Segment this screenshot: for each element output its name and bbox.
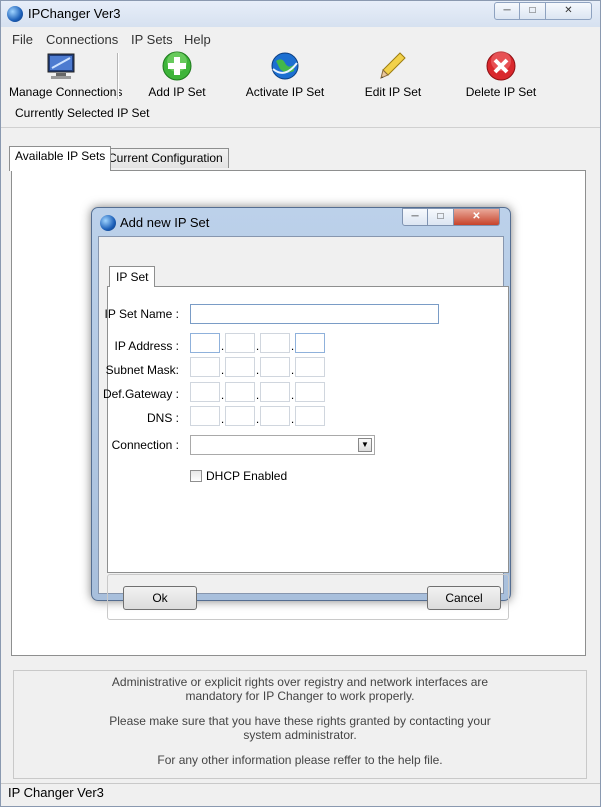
cancel-button[interactable]: Cancel	[427, 586, 501, 610]
info-line-1: Administrative or explicit rights over r…	[111, 675, 489, 689]
dialog-maximize-button[interactable]: □	[428, 208, 454, 226]
main-window: IPChanger Ver3 ─ □ ✕ File Connections IP…	[0, 0, 601, 807]
dialog-title: Add new IP Set	[120, 215, 210, 230]
toolbar-separator	[117, 53, 119, 99]
tab-ip-set[interactable]: IP Set	[109, 266, 156, 287]
connection-label: Connection :	[111, 438, 179, 452]
ip-octet-3[interactable]	[260, 333, 290, 353]
manage-connections-label: Manage Connections	[9, 85, 123, 99]
dns-label: DNS :	[146, 411, 179, 425]
menu-connections[interactable]: Connections	[46, 32, 118, 47]
dialog-body: IP Set IP Set Name : IP Address : Subnet…	[98, 236, 509, 620]
subnet-octet-2[interactable]	[225, 357, 255, 377]
dns-octet-4[interactable]	[295, 406, 325, 426]
info-line-3: Please make sure that you have these rig…	[109, 714, 491, 728]
minimize-button[interactable]: ─	[494, 2, 520, 20]
gateway-octet-4[interactable]	[295, 382, 325, 402]
ip-octet-1[interactable]	[190, 333, 220, 353]
connection-dropdown[interactable]: ▼	[190, 435, 375, 455]
dialog-globe-icon	[100, 215, 116, 231]
pencil-icon	[378, 51, 408, 81]
dhcp-checkbox[interactable]	[190, 470, 202, 482]
toolbar-divider	[1, 127, 600, 128]
gateway-octet-1[interactable]	[190, 382, 220, 402]
currently-selected-label: Currently Selected IP Set	[15, 106, 150, 120]
manage-connections-button[interactable]: Manage Connections	[9, 51, 123, 99]
edit-ip-set-button[interactable]: Edit IP Set	[363, 51, 423, 99]
ip-set-panel	[107, 286, 509, 573]
ip-set-name-label: IP Set Name :	[104, 307, 179, 321]
add-icon	[162, 51, 192, 81]
dns-octet-3[interactable]	[260, 406, 290, 426]
edit-ip-set-label: Edit IP Set	[364, 85, 422, 99]
dns-octet-1[interactable]	[190, 406, 220, 426]
subnet-octet-1[interactable]	[190, 357, 220, 377]
chevron-down-icon[interactable]: ▼	[358, 438, 372, 452]
dialog-close-button[interactable]: ✕	[454, 208, 500, 226]
subnet-octet-4[interactable]	[295, 357, 325, 377]
gateway-octet-2[interactable]	[225, 382, 255, 402]
app-globe-icon	[7, 6, 23, 22]
subnet-mask-label: Subnet Mask:	[105, 363, 179, 377]
add-ip-set-label: Add IP Set	[148, 85, 206, 99]
menu-ip-sets[interactable]: IP Sets	[131, 32, 173, 47]
delete-ip-set-button[interactable]: Delete IP Set	[465, 51, 537, 99]
info-line-4: system administrator.	[243, 728, 357, 742]
ip-octet-4[interactable]	[295, 333, 325, 353]
add-ip-set-button[interactable]: Add IP Set	[147, 51, 207, 99]
subnet-octet-3[interactable]	[260, 357, 290, 377]
window-title: IPChanger Ver3	[28, 6, 121, 21]
delete-ip-set-label: Delete IP Set	[465, 85, 537, 99]
maximize-button[interactable]: □	[520, 2, 546, 20]
activate-globe-icon	[270, 51, 300, 81]
dialog-minimize-button[interactable]: ─	[402, 208, 428, 226]
ip-set-name-input[interactable]	[191, 305, 437, 323]
info-line-2: mandatory for IP Changer to work properl…	[185, 689, 415, 703]
menu-help[interactable]: Help	[184, 32, 211, 47]
info-line-5: For any other information please reffer …	[157, 753, 443, 767]
tab-available-ip-sets[interactable]: Available IP Sets	[9, 146, 112, 171]
gateway-octet-3[interactable]	[260, 382, 290, 402]
delete-icon	[486, 51, 516, 81]
add-ip-set-dialog: Add new IP Set ─ □ ✕ IP Set IP Set Name …	[91, 207, 511, 620]
dhcp-label[interactable]: DHCP Enabled	[206, 469, 287, 483]
tab-current-configuration[interactable]: Current Configuration	[102, 148, 229, 168]
dns-octet-2[interactable]	[225, 406, 255, 426]
menu-file[interactable]: File	[12, 32, 33, 47]
activate-ip-set-button[interactable]: Activate IP Set	[245, 51, 325, 99]
ip-set-name-field[interactable]	[190, 304, 439, 324]
ip-address-label: IP Address :	[114, 339, 179, 353]
default-gateway-label: Def.Gateway :	[102, 387, 179, 401]
info-panel: Administrative or explicit rights over r…	[13, 670, 587, 779]
close-button[interactable]: ✕	[546, 2, 592, 20]
status-text: IP Changer Ver3	[8, 785, 104, 800]
activate-ip-set-label: Activate IP Set	[245, 85, 325, 99]
network-computer-icon	[46, 51, 76, 81]
ip-octet-2[interactable]	[225, 333, 255, 353]
ok-button[interactable]: Ok	[123, 586, 197, 610]
